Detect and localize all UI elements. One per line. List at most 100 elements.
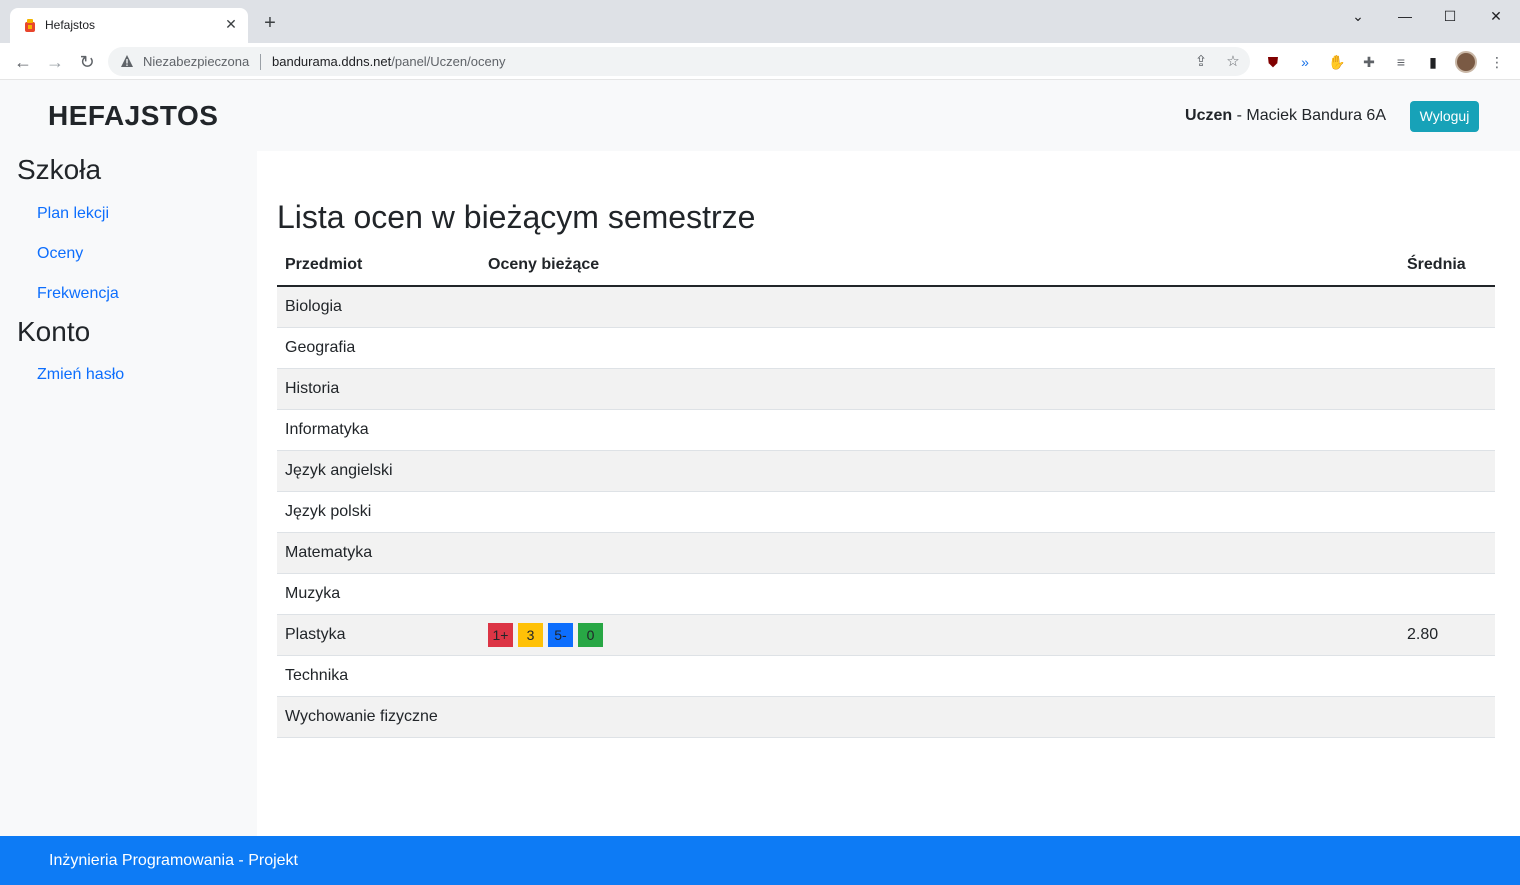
side-panel-icon[interactable]: ▮ — [1423, 52, 1443, 72]
url-path: /panel/Uczen/oceny — [391, 54, 506, 69]
audio-extension-icon[interactable]: » — [1295, 52, 1315, 72]
maximize-icon[interactable]: ☐ — [1435, 6, 1465, 26]
user-role: Uczen — [1185, 107, 1233, 124]
hefajstos-favicon-icon — [25, 19, 35, 32]
table-row: Biologia — [277, 286, 1495, 328]
warning-icon[interactable] — [120, 54, 134, 68]
main-content: Lista ocen w bieżącym semestrze Przedmio… — [257, 151, 1520, 836]
sidebar: Szkoła Plan lekcji Oceny Frekwencja Kont… — [0, 151, 257, 836]
table-row: Technika — [277, 655, 1495, 697]
average-cell: 2.80 — [1399, 614, 1495, 656]
ublock-extension-icon[interactable]: ⛊ — [1263, 52, 1283, 72]
subject-cell: Język polski — [277, 491, 480, 533]
subject-cell: Muzyka — [277, 573, 480, 615]
grades-cell: 1+ 3 5- 0 — [480, 614, 1399, 656]
grades-cell — [480, 368, 1399, 410]
table-row: Język polski — [277, 491, 1495, 533]
grades-cell — [480, 450, 1399, 492]
subject-cell: Matematyka — [277, 532, 480, 574]
page-title: Lista ocen w bieżącym semestrze — [277, 199, 756, 235]
close-window-icon[interactable]: ✕ — [1481, 6, 1511, 26]
subject-cell: Biologia — [277, 286, 480, 328]
forward-icon[interactable]: → — [44, 51, 66, 73]
tab-close-icon[interactable]: ✕ — [222, 15, 240, 33]
subject-cell: Technika — [277, 655, 480, 697]
average-cell — [1399, 409, 1495, 451]
table-row: Muzyka — [277, 573, 1495, 615]
sidebar-item-frekwencja[interactable]: Frekwencja — [37, 285, 119, 303]
grades-cell — [480, 327, 1399, 369]
grades-cell — [480, 655, 1399, 697]
minimize-icon[interactable]: — — [1390, 6, 1420, 26]
brand-logo[interactable]: HEFAJSTOS — [48, 100, 218, 132]
extensions-puzzle-icon[interactable]: ✚ — [1359, 52, 1379, 72]
subject-cell: Język angielski — [277, 450, 480, 492]
table-row: Język angielski — [277, 450, 1495, 492]
table-row: Plastyka 1+ 3 5- 0 2.80 — [277, 614, 1495, 656]
grades-cell — [480, 409, 1399, 451]
user-info: Uczen - Maciek Bandura 6A — [1185, 107, 1386, 125]
column-header-average: Średnia — [1399, 244, 1495, 287]
grade-badge[interactable]: 3 — [518, 622, 543, 647]
share-icon[interactable]: ⇪ — [1192, 53, 1210, 71]
url-text[interactable]: bandurama.ddns.net/panel/Uczen/oceny — [272, 54, 505, 69]
browser-tab-bar: Hefajstos ✕ + ⌄ — ☐ ✕ — [0, 0, 1520, 43]
grade-badge[interactable]: 5- — [548, 622, 573, 647]
table-row: Wychowanie fizyczne — [277, 696, 1495, 738]
grade-badge[interactable]: 1+ — [488, 622, 513, 647]
sidebar-item-oceny[interactable]: Oceny — [37, 245, 83, 263]
subject-cell: Historia — [277, 368, 480, 410]
browser-toolbar: ← → ↻ Niezabezpieczona bandurama.ddns.ne… — [0, 43, 1520, 80]
tab-search-chevron-icon[interactable]: ⌄ — [1343, 6, 1373, 26]
average-cell — [1399, 655, 1495, 697]
page-footer: Inżynieria Programowania - Projekt — [0, 836, 1520, 885]
table-row: Historia — [277, 368, 1495, 410]
average-cell — [1399, 286, 1495, 328]
table-header-row: Przedmiot Oceny bieżące Średnia — [277, 244, 1495, 287]
average-cell — [1399, 573, 1495, 615]
sidebar-item-plan-lekcji[interactable]: Plan lekcji — [37, 205, 109, 223]
table-row: Informatyka — [277, 409, 1495, 451]
address-bar[interactable]: Niezabezpieczona bandurama.ddns.net/pane… — [108, 47, 1250, 76]
user-separator: - — [1232, 107, 1247, 124]
page-header: HEFAJSTOS Uczen - Maciek Bandura 6A Wylo… — [0, 80, 1520, 151]
column-header-grades: Oceny bieżące — [480, 244, 1399, 287]
average-cell — [1399, 450, 1495, 492]
sidebar-heading-school: Szkoła — [17, 154, 102, 185]
dislike-extension-icon[interactable]: ✋ — [1327, 52, 1347, 72]
grades-cell — [480, 286, 1399, 328]
back-icon[interactable]: ← — [12, 51, 34, 73]
subject-cell: Geografia — [277, 327, 480, 369]
table-row: Geografia — [277, 327, 1495, 369]
sidebar-heading-account: Konto — [17, 316, 91, 347]
profile-avatar[interactable] — [1455, 51, 1477, 73]
subject-cell: Wychowanie fizyczne — [277, 696, 480, 738]
table-row: Matematyka — [277, 532, 1495, 574]
average-cell — [1399, 368, 1495, 410]
average-cell — [1399, 327, 1495, 369]
subject-cell: Informatyka — [277, 409, 480, 451]
security-label[interactable]: Niezabezpieczona — [143, 54, 249, 69]
average-cell — [1399, 491, 1495, 533]
footer-text: Inżynieria Programowania - Projekt — [49, 852, 298, 869]
new-tab-icon[interactable]: + — [260, 13, 280, 33]
reading-list-icon[interactable]: ≡ — [1391, 52, 1411, 72]
user-name: Maciek Bandura 6A — [1246, 107, 1386, 124]
bookmark-star-icon[interactable]: ☆ — [1224, 53, 1242, 71]
logout-button[interactable]: Wyloguj — [1410, 101, 1479, 132]
grades-cell — [480, 573, 1399, 615]
average-cell — [1399, 696, 1495, 738]
subject-cell: Plastyka — [277, 614, 480, 656]
grades-cell — [480, 491, 1399, 533]
grades-cell — [480, 696, 1399, 738]
omnibox-divider — [260, 54, 261, 70]
grade-badge[interactable]: 0 — [578, 622, 603, 647]
menu-kebab-icon[interactable]: ⋮ — [1487, 52, 1507, 72]
browser-tab[interactable]: Hefajstos ✕ — [10, 8, 248, 43]
grades-cell — [480, 532, 1399, 574]
tab-title: Hefajstos — [45, 18, 96, 32]
grades-table-body: Biologia Geografia Historia Informatyka Języ… — [277, 286, 1495, 738]
sidebar-item-zmien-haslo[interactable]: Zmień hasło — [37, 366, 124, 384]
url-host: bandurama.ddns.net — [272, 54, 392, 69]
reload-icon[interactable]: ↻ — [76, 51, 98, 73]
